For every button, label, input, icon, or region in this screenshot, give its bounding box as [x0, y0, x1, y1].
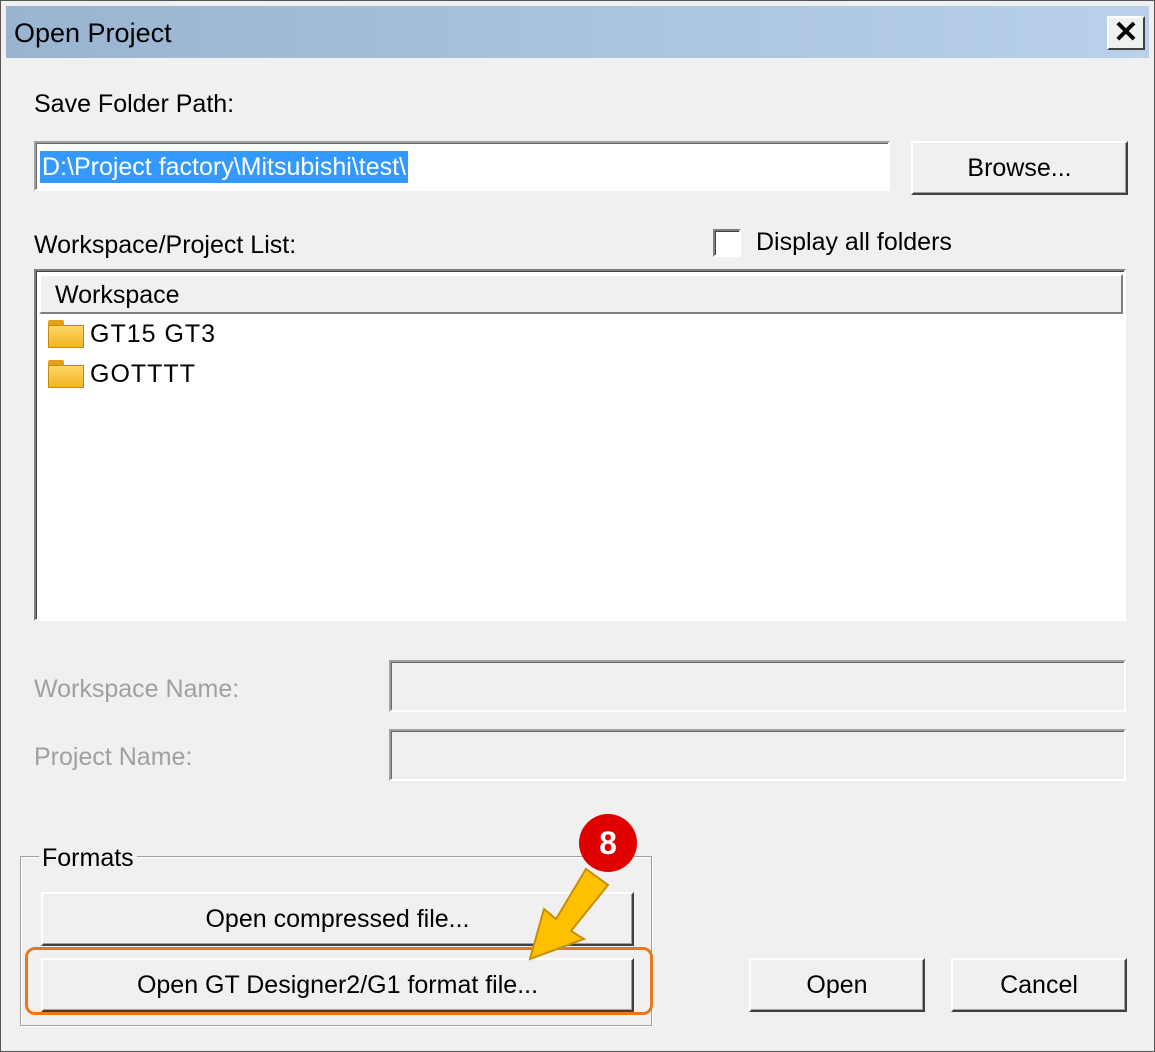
save-folder-path-input[interactable]: D:\Project factory\Mitsubishi\test\ [34, 141, 890, 191]
pointer-arrow-icon [528, 867, 610, 961]
list-item-label: GT15 GT3 [90, 319, 217, 348]
browse-button[interactable]: Browse... [911, 141, 1128, 195]
display-all-folders-label[interactable]: Display all folders [756, 228, 952, 257]
workspace-list[interactable]: Workspace GT15 GT3 GOTTTT [34, 269, 1126, 621]
step-badge: 8 [579, 814, 637, 872]
close-icon: ✕ [1113, 16, 1139, 49]
close-button[interactable]: ✕ [1107, 16, 1145, 50]
project-name-input[interactable] [389, 729, 1126, 781]
workspace-name-label: Workspace Name: [34, 675, 240, 703]
save-folder-path-label: Save Folder Path: [34, 90, 235, 118]
open-project-dialog: Open Project ✕ Save Folder Path: D:\Proj… [0, 0, 1155, 1052]
list-item-label: GOTTTT [90, 359, 196, 388]
column-header-workspace[interactable]: Workspace [39, 274, 1123, 314]
column-header-label: Workspace [55, 281, 180, 309]
list-item[interactable]: GT15 GT3 [48, 316, 216, 352]
workspace-project-list-label: Workspace/Project List: [34, 231, 297, 259]
project-name-label: Project Name: [34, 743, 193, 771]
folder-icon [48, 320, 84, 348]
workspace-name-input[interactable] [389, 660, 1126, 712]
open-button[interactable]: Open [749, 958, 925, 1012]
cancel-button[interactable]: Cancel [951, 958, 1127, 1012]
save-folder-path-value: D:\Project factory\Mitsubishi\test\ [40, 151, 409, 183]
list-item[interactable]: GOTTTT [48, 356, 196, 392]
formats-group-label: Formats [39, 844, 137, 873]
dialog-title: Open Project [14, 18, 172, 48]
folder-icon [48, 360, 84, 388]
display-all-folders-checkbox[interactable] [713, 229, 741, 257]
title-bar: Open Project ✕ [6, 6, 1149, 58]
